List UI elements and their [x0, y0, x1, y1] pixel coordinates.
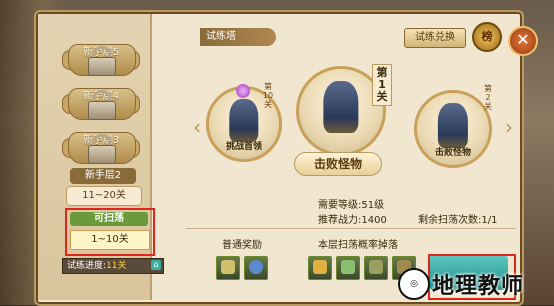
floor-tag-left: 第10关	[262, 82, 274, 109]
weapon-icon	[341, 260, 355, 274]
monster-caption: 挑战首领	[225, 142, 262, 152]
progress-value: 11关	[106, 261, 127, 271]
reward-item-2[interactable]	[244, 256, 268, 280]
monster-figure	[323, 80, 359, 133]
orb-icon	[249, 260, 263, 274]
staff-icon	[221, 260, 235, 274]
sweep-drop-title: 本层扫荡概率掉落	[318, 240, 398, 251]
defeat-monster-button[interactable]: 击败怪物	[294, 152, 382, 176]
monster-next-portrait[interactable]: 击败怪物	[414, 90, 492, 168]
monster-figure	[437, 103, 469, 148]
remaining-sweeps: 剩余扫荡次数:1/1	[418, 215, 498, 226]
weapon-icon	[369, 260, 383, 274]
purple-orb-icon	[236, 84, 250, 98]
floor-tag-right: 第2关	[484, 84, 492, 111]
trial-progress: 试练进度:11关 ⌂	[62, 258, 164, 274]
prev-arrow-icon[interactable]: ‹	[190, 116, 204, 138]
reward-item-1[interactable]	[216, 256, 240, 280]
bird-icon	[313, 260, 327, 274]
level-locked-5[interactable]: 新手层5	[62, 40, 140, 76]
lock-icon	[86, 90, 116, 120]
drop-item-1[interactable]	[308, 256, 332, 280]
trial-exchange-button[interactable]: 试练兑换	[404, 28, 466, 48]
next-arrow-icon[interactable]: ›	[502, 116, 516, 138]
watermark-logo: ◎	[398, 268, 430, 300]
watermark: ◎ 地理教师	[392, 266, 552, 302]
divider	[186, 228, 516, 229]
required-level: 需要等级:51级	[318, 200, 385, 211]
current-stage-range[interactable]: 1~10关	[70, 230, 150, 250]
monster-figure	[229, 98, 259, 143]
progress-label: 试练进度:	[67, 261, 107, 271]
watermark-text: 地理教师	[432, 274, 525, 299]
page-title: 试练塔	[200, 28, 276, 46]
sweepable-label: 可扫荡	[70, 212, 148, 226]
map-pin-icon[interactable]: ⌂	[151, 260, 161, 270]
close-button[interactable]: ✕	[508, 26, 538, 56]
floor-tag-center: 第1关	[372, 64, 392, 106]
monster-caption: 击败怪物	[434, 147, 471, 158]
ranking-button[interactable]: 榜	[472, 22, 502, 52]
lock-icon	[86, 46, 116, 76]
level-locked-4[interactable]: 新手层4	[62, 84, 140, 120]
level-locked-3[interactable]: 新手层3	[62, 128, 140, 164]
recommended-power: 推荐战力:1400	[318, 215, 387, 226]
stage-name[interactable]: 新手层2	[70, 168, 136, 184]
normal-rewards-title: 普通奖励	[222, 240, 262, 251]
stage-range[interactable]: 11~20关	[66, 186, 142, 206]
drop-item-2[interactable]	[336, 256, 360, 280]
lock-icon	[86, 134, 116, 164]
drop-item-3[interactable]	[364, 256, 388, 280]
